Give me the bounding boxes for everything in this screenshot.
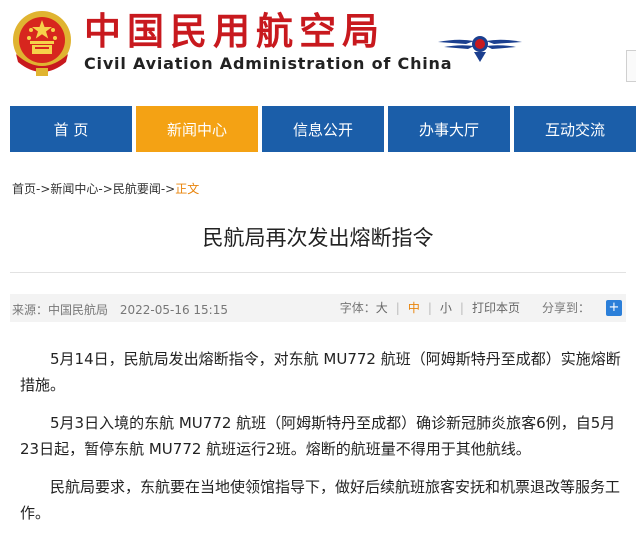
article-meta-bar: 来源：中国民航局 2022-05-16 15:15 字体： 大 | 中 | 小 …: [10, 294, 626, 322]
print-page-link[interactable]: 打印本页: [472, 299, 520, 316]
article-body: 5月14日，民航局发出熔断指令，对东航 MU772 航班（阿姆斯特丹至成都）实施…: [20, 346, 628, 538]
nav-interaction[interactable]: 互动交流: [514, 106, 636, 152]
meta-separator: |: [395, 300, 400, 315]
share-label: 分享到：: [541, 301, 590, 315]
meta-separator: |: [459, 300, 464, 315]
font-size-small[interactable]: 小: [440, 299, 452, 316]
breadcrumb-separator: ->: [160, 182, 176, 196]
breadcrumb-news-center[interactable]: 新闻中心: [50, 182, 98, 196]
breadcrumb-separator: ->: [98, 182, 113, 196]
meta-separator: |: [427, 300, 432, 315]
font-size-medium[interactable]: 中: [408, 299, 420, 316]
article-source: 来源：中国民航局: [12, 303, 109, 317]
breadcrumb-separator: ->: [36, 182, 51, 196]
article-date: 2022-05-16 15:15: [119, 303, 228, 317]
article-title: 民航局再次发出熔断指令: [202, 226, 434, 250]
caac-wings-logo-icon: [438, 36, 522, 62]
breadcrumb-aviation-news[interactable]: 民航要闻: [113, 182, 161, 196]
main-nav: 首 页 新闻中心 信息公开 办事大厅 互动交流: [10, 106, 636, 152]
article-paragraph: 5月3日入境的东航 MU772 航班（阿姆斯特丹至成都）确诊新冠肺炎旅客6例，自…: [20, 414, 616, 458]
font-size-large[interactable]: 大: [376, 299, 388, 316]
nav-home[interactable]: 首 页: [10, 106, 132, 152]
breadcrumb-current: 正文: [175, 182, 200, 196]
breadcrumb-home[interactable]: 首页: [12, 182, 36, 196]
site-header: 中国民用航空局 Civil Aviation Administration of…: [0, 0, 636, 90]
site-title-en: Civil Aviation Administration of China: [84, 54, 453, 73]
article-paragraph: 民航局要求，东航要在当地使领馆指导下，做好后续航班旅客安抚和机票退改等服务工作。: [20, 478, 621, 522]
site-title-cn: 中国民用航空局: [84, 10, 385, 53]
article-paragraph: 5月14日，民航局发出熔断指令，对东航 MU772 航班（阿姆斯特丹至成都）实施…: [20, 350, 621, 394]
title-divider: [10, 272, 626, 273]
side-panel-tab[interactable]: [626, 50, 636, 82]
nav-info-disclosure[interactable]: 信息公开: [262, 106, 384, 152]
national-emblem-icon: [13, 11, 71, 76]
font-size-label: 字体：: [339, 301, 376, 315]
breadcrumb: 首页->新闻中心->民航要闻->正文: [12, 180, 199, 197]
plus-share-icon[interactable]: +: [606, 299, 622, 316]
nav-news-center[interactable]: 新闻中心: [136, 106, 258, 152]
nav-service-hall[interactable]: 办事大厅: [388, 106, 510, 152]
